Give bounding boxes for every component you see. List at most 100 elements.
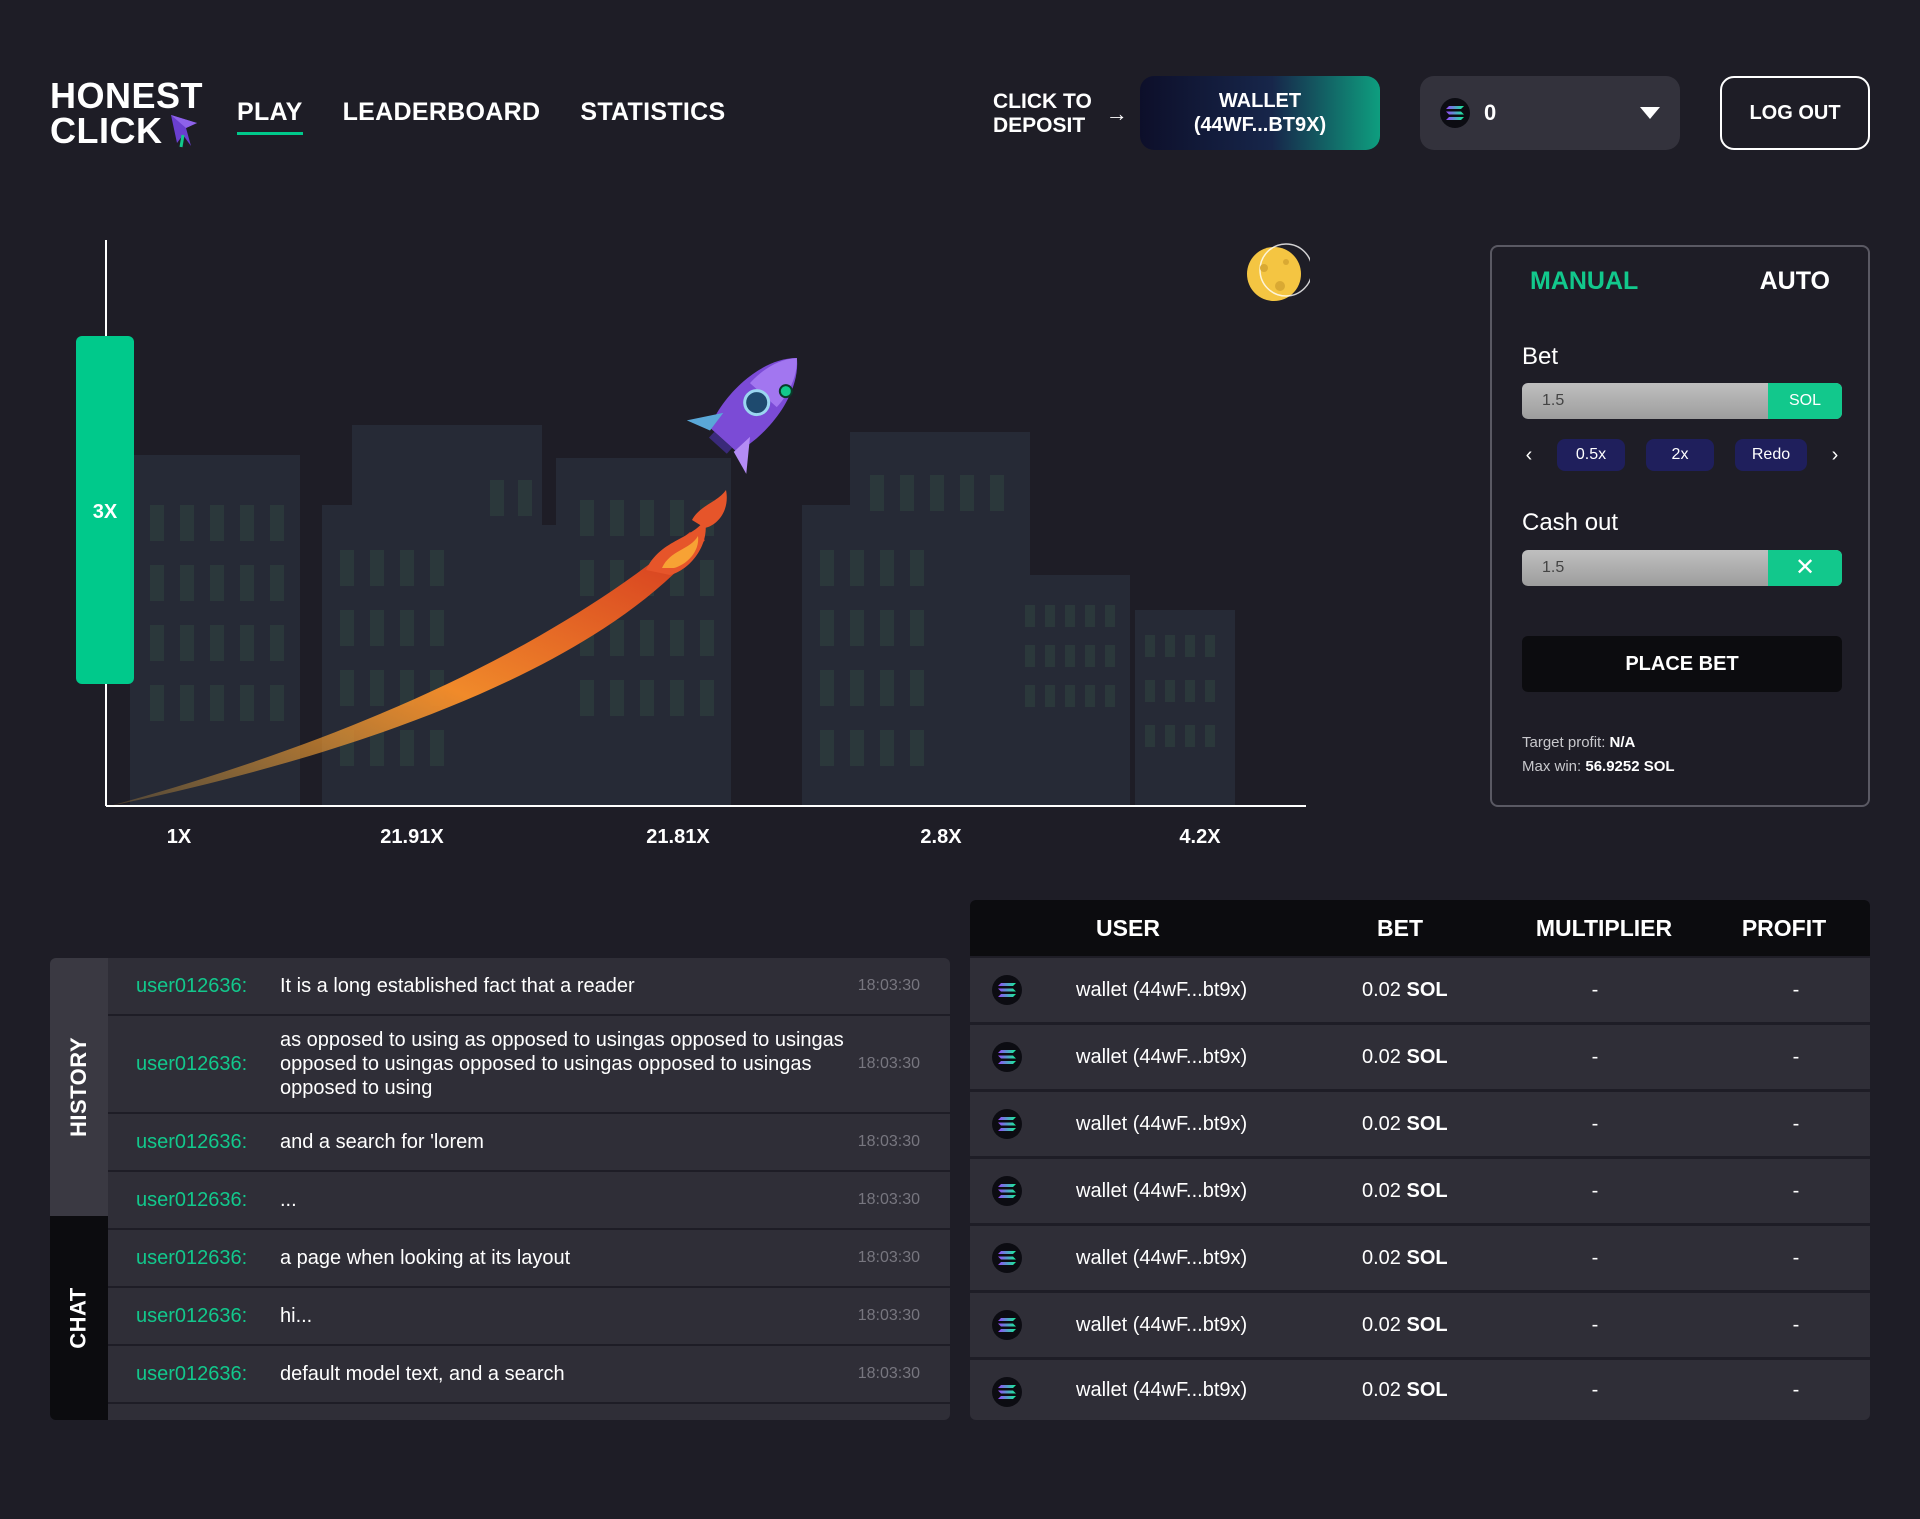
chat-text: and a search for 'lorem [280,1131,484,1153]
table-row: wallet (44wF...bt9x) 0.02 SOL - - [970,1360,1870,1420]
multiplier-badge: 3X [93,501,118,523]
balance-dropdown[interactable]: 0 [1420,76,1680,150]
bet-user[interactable]: wallet (44wF...bt9x) [1076,1159,1247,1223]
bet-amount: 0.02 SOL [1362,1247,1448,1269]
chat-message: user012636: ... 18:03:30 [108,1172,950,1230]
bet-info: Target profit: N/A Max win: 56.9252 SOL [1522,731,1675,779]
nav-leaderboard[interactable]: LEADERBOARD [343,98,541,133]
bet-amount-value[interactable]: 1.5 [1522,383,1768,419]
cursor-icon [169,113,199,154]
logo-line-2: CLICK [50,110,163,152]
bet-user[interactable]: wallet (44wF...bt9x) [1076,1092,1247,1156]
wallet-button-line-2: (44WF...BT9X) [1193,114,1327,136]
cashout-field[interactable]: 1.5 ✕ [1522,550,1842,586]
bet-multiplier: - [1591,1314,1599,1336]
double-bet-button[interactable]: 2x [1646,439,1714,471]
target-profit-label: Target profit: [1522,734,1606,751]
history-chat-tabs: HISTORY CHAT [50,958,108,1420]
bet-user[interactable]: wallet (44wF...bt9x) [1076,958,1247,1022]
chevron-right-icon[interactable]: › [1828,444,1842,467]
chat-message: user012636: and a search for 'lorem 18:0… [108,1114,950,1172]
bet-multiplier: - [1591,1247,1599,1269]
bet-panel: MANUAL AUTO Bet 1.5 SOL ‹ 0.5x 2x Redo ›… [1490,245,1870,807]
tab-chat[interactable]: CHAT [50,1216,108,1420]
chat-username[interactable]: user012636: [108,1189,272,1212]
chat-time: 18:03:30 [857,1133,920,1150]
logout-button[interactable]: LOG OUT [1720,76,1870,150]
solana-icon [992,1310,1022,1340]
chat-text: as opposed to using as opposed to usinga… [280,1029,844,1099]
chat-time: 18:03:30 [857,1249,920,1266]
chat-time: 18:03:30 [857,1055,920,1072]
chevron-left-icon[interactable]: ‹ [1522,444,1536,467]
solana-icon [992,1109,1022,1139]
chat-time: 18:03:30 [857,1365,920,1382]
table-row: wallet (44wF...bt9x) 0.02 SOL - - [970,1226,1870,1290]
bet-user[interactable]: wallet (44wF...bt9x) [1076,1293,1247,1357]
balance-value: 0 [1484,100,1497,125]
chat-username[interactable]: user012636: [108,1247,272,1270]
bet-amount: 0.02 SOL [1362,1113,1448,1135]
x-label: 21.91X [380,826,444,848]
half-bet-button[interactable]: 0.5x [1557,439,1625,471]
table-header: USER BET MULTIPLIER PROFIT [970,900,1870,956]
solana-icon [992,975,1022,1005]
chat-username[interactable]: user012636: [108,1053,272,1076]
wallet-button-line-1: WALLET [1218,90,1302,112]
chat-text: hi... [280,1305,313,1327]
x-label: 2.8X [920,826,962,848]
bet-label: Bet [1522,343,1559,370]
chat-username[interactable]: user012636: [108,1305,272,1328]
bet-profit: - [1792,1379,1800,1401]
rocket-icon [686,357,798,474]
close-icon[interactable]: ✕ [1768,550,1842,586]
tab-chat-label: CHAT [66,1287,91,1349]
target-profit-value: N/A [1609,734,1636,751]
tab-history-label: HISTORY [66,1036,92,1138]
tab-auto[interactable]: AUTO [1760,267,1830,296]
chat-text: default model text, and a search [280,1363,565,1385]
chat-username[interactable]: user012636: [108,1131,272,1154]
chat-text: It is a long established fact that a rea… [280,975,635,997]
bet-user[interactable]: wallet (44wF...bt9x) [1076,1226,1247,1290]
cashout-value[interactable]: 1.5 [1522,550,1768,586]
bet-amount-field[interactable]: 1.5 SOL [1522,383,1842,419]
bet-user[interactable]: wallet (44wF...bt9x) [1076,1025,1247,1089]
deposit-hint-line-2: DEPOSIT [993,114,1086,137]
solana-icon [992,1176,1022,1206]
table-row: wallet (44wF...bt9x) 0.02 SOL - - [970,958,1870,1022]
logo[interactable]: HONEST CLICK [50,78,203,154]
bet-unit: SOL [1768,383,1842,419]
solana-icon [992,1243,1022,1273]
bet-profit: - [1792,1046,1800,1068]
wallet-button[interactable]: WALLET (44WF...BT9X) [1140,76,1380,150]
x-label: 1X [166,826,192,848]
bet-multiplier: - [1591,1379,1599,1401]
arrow-right-icon: → [1105,101,1128,126]
nav-statistics[interactable]: STATISTICS [580,98,725,133]
bet-profit: - [1792,1314,1800,1336]
bet-mode-tabs: MANUAL AUTO [1530,267,1830,296]
table-row: wallet (44wF...bt9x) 0.02 SOL - - [970,1159,1870,1223]
chat-username[interactable]: user012636: [108,1363,272,1386]
place-bet-button[interactable]: PLACE BET [1522,636,1842,692]
chat-feed[interactable]: user012636: It is a long established fac… [108,958,950,1420]
bet-amount: 0.02 SOL [1362,1314,1448,1336]
chat-username[interactable]: user012636: [108,975,272,998]
max-win-label: Max win: [1522,758,1582,775]
chat-message: user012636: default model text, and a se… [108,1346,950,1404]
chat-message: user012636: a page when looking at its l… [108,1230,950,1288]
bet-multiplier: - [1591,1113,1599,1135]
column-user: USER [1096,915,1160,941]
nav-play[interactable]: PLAY [237,98,303,135]
main-nav: PLAY LEADERBOARD STATISTICS [237,98,725,135]
solana-icon [992,1377,1022,1407]
tab-manual[interactable]: MANUAL [1530,267,1638,296]
x-label: 4.2X [1179,826,1221,848]
bet-user[interactable]: wallet (44wF...bt9x) [1076,1360,1247,1420]
bet-multiplier: - [1591,1046,1599,1068]
chat-text: ... [280,1189,297,1211]
redo-bet-button[interactable]: Redo [1735,439,1807,471]
live-bets-table: USER BET MULTIPLIER PROFIT wallet (44wF.… [970,900,1870,1420]
tab-history[interactable]: HISTORY [50,958,108,1216]
